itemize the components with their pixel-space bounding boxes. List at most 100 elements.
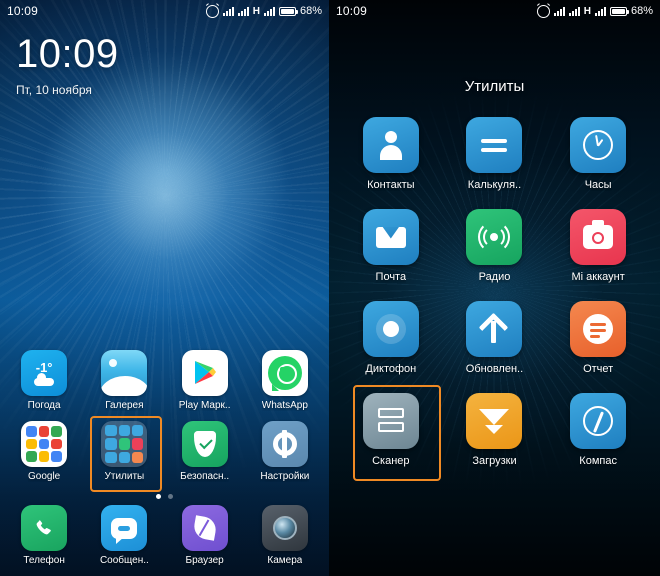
status-time: 10:09 xyxy=(7,4,39,18)
whatsapp-icon xyxy=(261,350,308,396)
app-settings[interactable]: Настройки xyxy=(248,421,322,482)
compass-icon xyxy=(570,393,627,449)
app-label: Камера xyxy=(267,555,303,566)
app-label: Сканер xyxy=(372,455,410,467)
handset-glyph xyxy=(36,520,51,535)
whatsapp-handset xyxy=(279,367,289,377)
google-folder-icon xyxy=(21,421,68,467)
signal-bars-icon-2 xyxy=(237,6,249,16)
radio-waves-icon xyxy=(466,209,523,265)
app-label: Настройки xyxy=(260,471,310,482)
app-utilities-folder[interactable]: Утилиты xyxy=(87,421,161,482)
home-screen-grid: -1° Погода Галерея Play Марк.. WhatsApp … xyxy=(0,350,329,576)
clock-face-glyph xyxy=(583,130,614,160)
network-type-label: H xyxy=(583,5,591,17)
page-dot-2[interactable] xyxy=(168,494,173,499)
home-dock: Телефон Сообщен.. Браузер Камера xyxy=(0,505,329,576)
cloud-shape xyxy=(34,372,55,386)
shield-glyph xyxy=(193,431,216,457)
app-label: Радио xyxy=(478,271,511,283)
right-status-bar: 10:09 H 68% xyxy=(329,0,660,22)
app-whatsapp[interactable]: WhatsApp xyxy=(248,350,322,411)
updater-arrow-up-icon xyxy=(466,301,523,357)
app-label: Безопасн.. xyxy=(180,471,230,482)
left-status-bar: 10:09 H 68% xyxy=(0,0,329,22)
app-security[interactable]: Безопасн.. xyxy=(168,421,242,482)
utilities-folder-icon xyxy=(101,421,148,467)
clock-icon xyxy=(570,117,627,173)
app-label: Браузер xyxy=(185,555,224,566)
lock-screen-time: 10:09 xyxy=(16,32,119,76)
app-label: Отчет xyxy=(583,363,614,375)
page-dot-1[interactable] xyxy=(156,494,161,499)
app-clock[interactable]: Часы xyxy=(557,117,639,191)
contacts-person-icon xyxy=(362,117,419,173)
home-row-2: Google Утилиты Безопасн.. Настройки xyxy=(0,416,329,492)
app-updater[interactable]: Обновлен.. xyxy=(453,301,535,375)
app-mail[interactable]: Почта xyxy=(350,209,432,283)
app-mi-account[interactable]: Mi аккаунт xyxy=(557,209,639,283)
signal-bars-icon xyxy=(553,6,565,16)
app-label: Погода xyxy=(27,400,61,411)
app-label: Почта xyxy=(375,271,407,283)
app-browser[interactable]: Браузер xyxy=(168,505,242,566)
app-label: Диктофон xyxy=(365,363,417,375)
envelope-glyph xyxy=(375,226,406,248)
app-downloads[interactable]: Загрузки xyxy=(453,393,535,467)
mi-camera-glyph xyxy=(583,220,614,249)
status-icon-group: H 68% xyxy=(205,4,322,18)
app-label: Телефон xyxy=(23,555,65,566)
app-calculator[interactable]: Калькуля.. xyxy=(453,117,535,191)
downloads-icon xyxy=(466,393,523,449)
arrow-up-glyph xyxy=(482,315,506,343)
person-glyph xyxy=(379,131,402,160)
app-radio[interactable]: Радио xyxy=(453,209,535,283)
security-icon xyxy=(181,421,228,467)
compass-needle-glyph xyxy=(583,406,614,436)
phone-handset-icon xyxy=(21,505,68,551)
status-time: 10:09 xyxy=(336,4,368,18)
app-recorder[interactable]: Диктофон xyxy=(350,301,432,375)
play-triangle-glyph xyxy=(194,361,216,384)
app-gallery[interactable]: Галерея xyxy=(87,350,161,411)
folder-app-grid: Контакты Калькуля.. Часы Почта Радио Mi … xyxy=(329,117,660,481)
weather-temperature: -1° xyxy=(35,359,53,375)
browser-leaf-icon xyxy=(181,505,228,551)
battery-percent-label: 68% xyxy=(630,5,653,17)
folder-row-3: Диктофон Обновлен.. Отчет xyxy=(329,301,660,375)
gallery-icon xyxy=(101,350,148,396)
app-report[interactable]: Отчет xyxy=(557,301,639,375)
app-scanner[interactable]: Сканер xyxy=(350,393,432,467)
leaf-glyph xyxy=(191,515,218,541)
scanner-icon xyxy=(362,393,419,449)
app-contacts[interactable]: Контакты xyxy=(350,117,432,191)
app-phone[interactable]: Телефон xyxy=(7,505,81,566)
mi-account-icon xyxy=(570,209,627,265)
app-label: Утилиты xyxy=(104,471,145,482)
voice-recorder-icon xyxy=(362,301,419,357)
app-play-store[interactable]: Play Марк.. xyxy=(168,350,242,411)
app-camera[interactable]: Камера xyxy=(248,505,322,566)
app-compass[interactable]: Компас xyxy=(557,393,639,467)
app-messages[interactable]: Сообщен.. xyxy=(87,505,161,566)
settings-gear-icon xyxy=(261,421,308,467)
message-bubble-glyph xyxy=(111,517,138,544)
record-dot-glyph xyxy=(382,321,399,337)
app-label: Mi аккаунт xyxy=(571,271,625,283)
app-weather[interactable]: -1° Погода xyxy=(7,350,81,411)
lens-glyph xyxy=(272,516,297,540)
app-label: Сообщен.. xyxy=(99,555,149,566)
app-label: Компас xyxy=(579,455,617,467)
app-label: Калькуля.. xyxy=(467,179,522,191)
download-arrow-glyph xyxy=(479,409,510,434)
play-store-icon xyxy=(181,350,228,396)
lock-screen-clock-block: 10:09 Пт, 10 ноября xyxy=(0,22,329,97)
app-google-folder[interactable]: Google xyxy=(7,421,81,482)
scanner-glyph xyxy=(377,407,404,435)
battery-percent-label: 68% xyxy=(299,5,322,17)
wallpaper-glow xyxy=(34,65,295,326)
calculator-icon xyxy=(466,117,523,173)
network-type-label: H xyxy=(252,5,260,17)
folder-row-4: Сканер Загрузки Компас xyxy=(329,385,660,481)
home-page-indicator[interactable] xyxy=(0,486,329,505)
